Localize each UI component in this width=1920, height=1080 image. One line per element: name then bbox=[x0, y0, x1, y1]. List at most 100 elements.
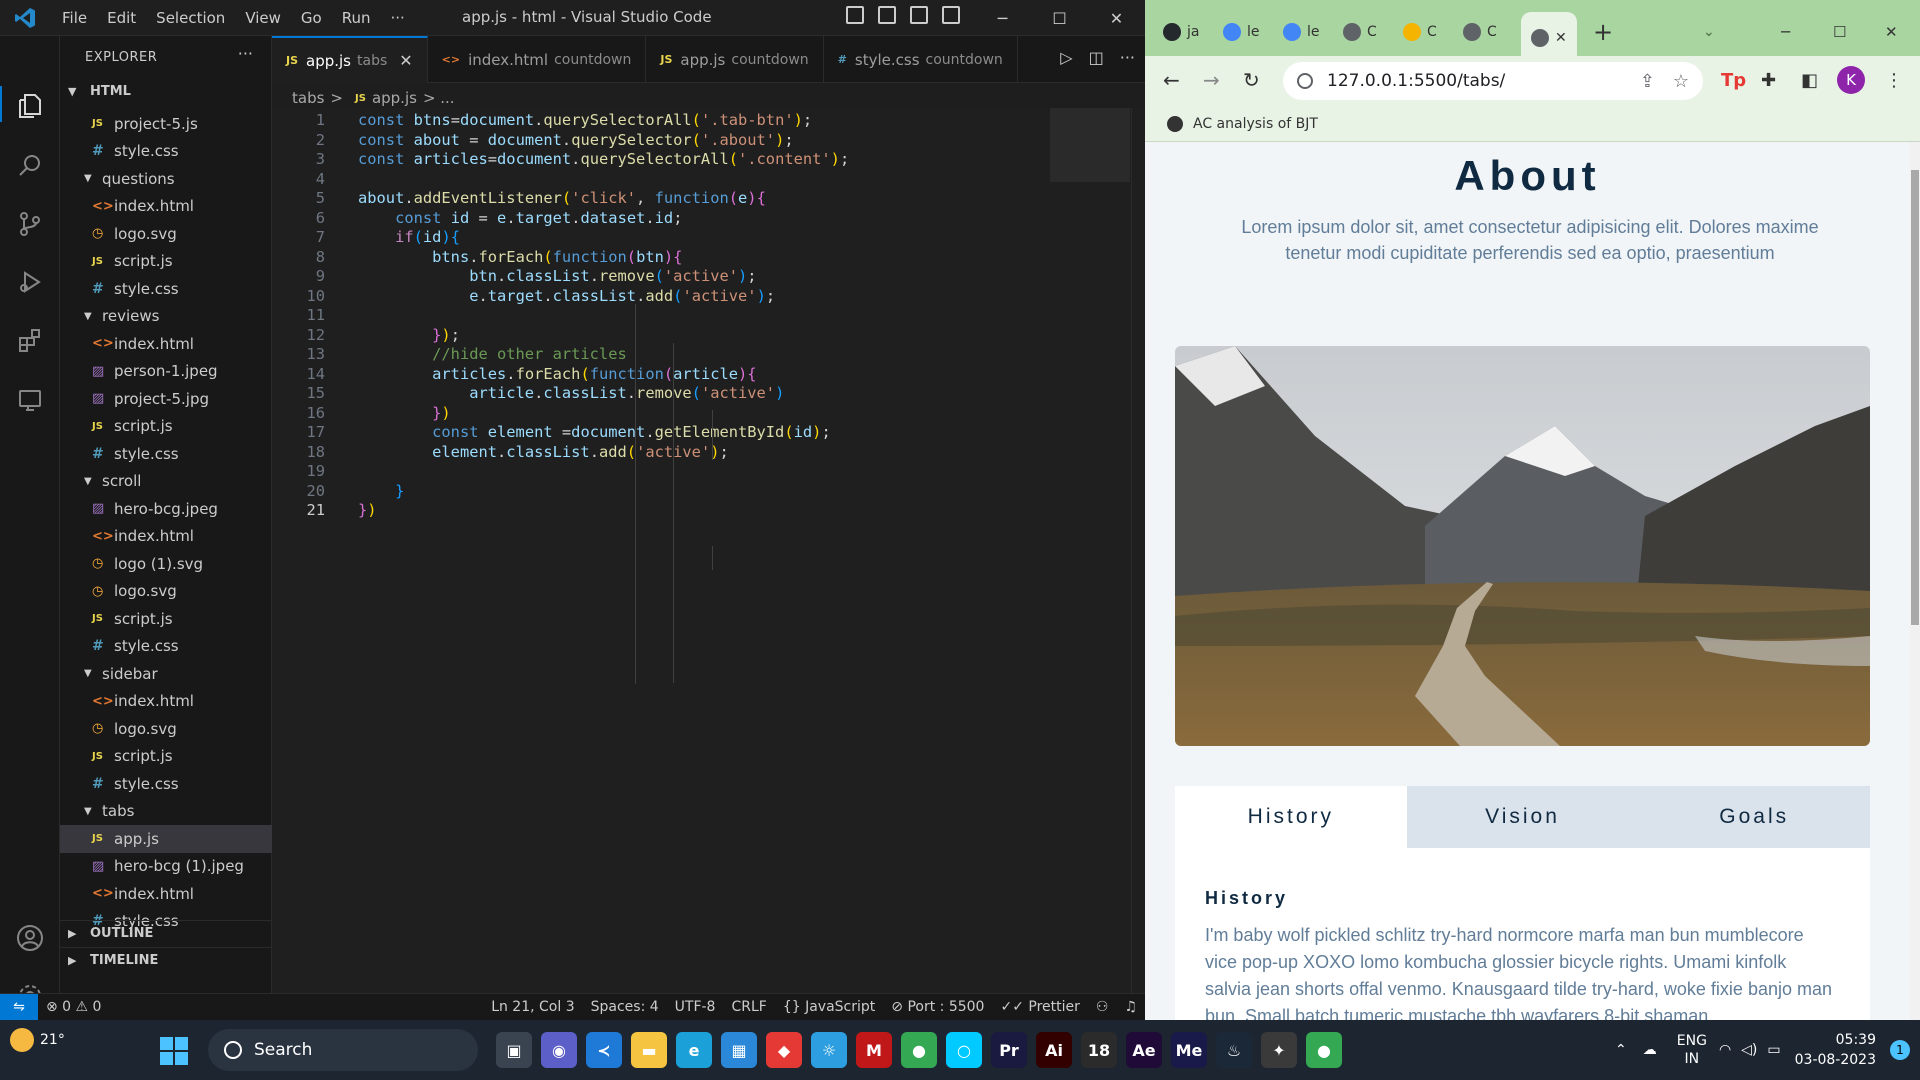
profile-avatar[interactable]: K bbox=[1837, 66, 1865, 94]
cursor-position[interactable]: Ln 21, Col 3 bbox=[483, 999, 582, 1015]
menu-edit[interactable]: Edit bbox=[97, 9, 146, 27]
file-item[interactable]: # style.css bbox=[60, 770, 272, 798]
bookmark-star-icon[interactable]: ☆ bbox=[1673, 71, 1689, 92]
bookmark-item[interactable]: AC analysis of BJT bbox=[1193, 116, 1318, 132]
tab-history[interactable]: History bbox=[1175, 786, 1407, 848]
file-item[interactable]: ▨ hero-bcg (1).jpeg bbox=[60, 853, 272, 881]
alexa-taskbar-icon[interactable]: ○ bbox=[946, 1032, 982, 1068]
prettier-status[interactable]: ✓✓ Prettier bbox=[992, 999, 1087, 1015]
file-item[interactable]: <> index.html bbox=[60, 193, 272, 221]
clock[interactable]: 05:39 03-08-2023 bbox=[1795, 1030, 1876, 1070]
folder-scroll[interactable]: ▼ scroll bbox=[60, 468, 272, 496]
file-item[interactable]: ◷ logo.svg bbox=[60, 715, 272, 743]
file-item[interactable]: <> index.html bbox=[60, 688, 272, 716]
feedback-icon[interactable]: ⚇ bbox=[1088, 999, 1117, 1015]
taskbar-search[interactable]: Search bbox=[208, 1029, 478, 1071]
chrome-tab[interactable]: C bbox=[1463, 12, 1497, 52]
encoding[interactable]: UTF-8 bbox=[667, 999, 724, 1015]
editor-tab[interactable]: # style.css countdown bbox=[824, 36, 1018, 83]
chrome-tab[interactable]: C bbox=[1403, 12, 1437, 52]
breadcrumb-tail[interactable]: > ... bbox=[423, 89, 455, 107]
address-bar[interactable]: 127.0.0.1:5500/tabs/ ⇪ ☆ bbox=[1283, 62, 1703, 100]
close-tab-icon[interactable]: ✕ bbox=[399, 51, 412, 70]
chrome-tab[interactable]: ja bbox=[1163, 12, 1199, 52]
more-actions-icon[interactable]: ··· bbox=[1120, 48, 1135, 67]
live-server-port[interactable]: ⊘ Port : 5500 bbox=[883, 999, 992, 1015]
remote-indicator-icon[interactable]: ⇋ bbox=[0, 993, 38, 1021]
menu-go[interactable]: Go bbox=[291, 9, 332, 27]
app-red-taskbar-icon[interactable]: ◆ bbox=[766, 1032, 802, 1068]
editor-scrollbar[interactable] bbox=[1131, 108, 1145, 993]
chrome-tab[interactable]: le bbox=[1283, 12, 1320, 52]
editor-tab[interactable]: JS app.js tabs ✕ bbox=[272, 36, 428, 83]
menu-file[interactable]: File bbox=[52, 9, 97, 27]
editor-tab[interactable]: <> index.html countdown bbox=[428, 36, 647, 83]
workspace-root[interactable]: ▼ HTML bbox=[60, 78, 272, 104]
start-button[interactable] bbox=[160, 1037, 188, 1065]
volume-icon[interactable]: ◁) bbox=[1741, 1042, 1757, 1058]
chrome-close-button[interactable]: ✕ bbox=[1885, 12, 1898, 52]
file-item[interactable]: <> index.html bbox=[60, 880, 272, 908]
illustrator-taskbar-icon[interactable]: Ai bbox=[1036, 1032, 1072, 1068]
chrome-maximize-button[interactable]: ☐ bbox=[1833, 12, 1846, 52]
premiere-taskbar-icon[interactable]: Pr bbox=[991, 1032, 1027, 1068]
tab-vision[interactable]: Vision bbox=[1406, 786, 1639, 848]
close-window-button[interactable]: ✕ bbox=[1088, 0, 1145, 36]
tab-search-icon[interactable]: ⌄ bbox=[1703, 12, 1715, 52]
chrome-tab-close-button[interactable]: ✕ bbox=[1555, 30, 1567, 46]
chrome-tab[interactable]: C bbox=[1343, 12, 1377, 52]
new-tab-button[interactable]: + bbox=[1593, 12, 1613, 52]
file-item[interactable]: JS script.js bbox=[60, 743, 272, 771]
problems-count[interactable]: ⊗ 0 ⚠ 0 bbox=[38, 999, 109, 1015]
file-item[interactable]: ◷ logo (1).svg bbox=[60, 550, 272, 578]
line-endings[interactable]: CRLF bbox=[723, 999, 774, 1015]
file-item[interactable]: JS project-5.js bbox=[60, 110, 272, 138]
timeline-section[interactable]: ▶ TIMELINE bbox=[60, 947, 272, 973]
side-panel-icon[interactable]: ◧ bbox=[1801, 70, 1818, 91]
customize-layout-icon[interactable] bbox=[942, 6, 960, 24]
search-icon[interactable] bbox=[12, 148, 48, 184]
site-info-icon[interactable] bbox=[1297, 73, 1313, 89]
media-encoder-taskbar-icon[interactable]: Me bbox=[1171, 1032, 1207, 1068]
file-item[interactable]: # style.css bbox=[60, 633, 272, 661]
file-item[interactable]: ▨ person-1.jpeg bbox=[60, 358, 272, 386]
task-view-taskbar-icon[interactable]: ▣ bbox=[496, 1032, 532, 1068]
notification-badge[interactable]: 1 bbox=[1890, 1040, 1910, 1060]
reload-icon[interactable]: ↻ bbox=[1243, 68, 1260, 92]
notifications-bell-icon[interactable]: ♫ bbox=[1116, 999, 1145, 1015]
zoom-taskbar-icon[interactable]: ◉ bbox=[541, 1032, 577, 1068]
url-text[interactable]: 127.0.0.1:5500/tabs/ bbox=[1327, 71, 1505, 91]
file-item[interactable]: ◷ logo.svg bbox=[60, 578, 272, 606]
scrollbar-thumb[interactable] bbox=[1911, 170, 1919, 625]
chrome-menu-icon[interactable]: ⋮ bbox=[1885, 70, 1903, 91]
file-item[interactable]: ▨ hero-bcg.jpeg bbox=[60, 495, 272, 523]
tab-goals[interactable]: Goals bbox=[1638, 786, 1871, 848]
file-item[interactable]: ◷ logo.svg bbox=[60, 220, 272, 248]
file-item[interactable]: <> index.html bbox=[60, 330, 272, 358]
maximize-button[interactable]: ☐ bbox=[1031, 0, 1088, 36]
page-scrollbar[interactable] bbox=[1910, 142, 1920, 1020]
battery-icon[interactable]: ▭ bbox=[1767, 1042, 1780, 1058]
vscode-taskbar-icon[interactable]: ≺ bbox=[586, 1032, 622, 1068]
code-editor[interactable]: 1 const btns=document.querySelectorAll('.… bbox=[272, 108, 1145, 993]
tray-app-icon[interactable]: ☁ bbox=[1643, 1042, 1657, 1058]
file-item[interactable]: ▨ project-5.jpg bbox=[60, 385, 272, 413]
explorer-more-button[interactable]: ··· bbox=[238, 44, 253, 63]
indentation[interactable]: Spaces: 4 bbox=[583, 999, 667, 1015]
split-editor-icon[interactable]: ◫ bbox=[1089, 48, 1104, 67]
file-item[interactable]: JS script.js bbox=[60, 605, 272, 633]
breadcrumb-folder[interactable]: tabs bbox=[292, 89, 324, 107]
file-item[interactable]: # style.css bbox=[60, 440, 272, 468]
language-mode[interactable]: {} JavaScript bbox=[775, 999, 883, 1015]
file-item[interactable]: # style.css bbox=[60, 275, 272, 303]
toggle-panel-icon[interactable] bbox=[878, 6, 896, 24]
editor-tab[interactable]: JS app.js countdown bbox=[646, 36, 824, 83]
menu-view[interactable]: View bbox=[235, 9, 291, 27]
share-icon[interactable]: ⇪ bbox=[1640, 71, 1655, 92]
weather-widget[interactable]: 21° bbox=[10, 1028, 65, 1052]
folder-reviews[interactable]: ▼ reviews bbox=[60, 303, 272, 331]
explorer-icon[interactable] bbox=[12, 88, 48, 124]
menu-run[interactable]: Run bbox=[332, 9, 381, 27]
menu-selection[interactable]: Selection bbox=[146, 9, 235, 27]
chrome-profile-taskbar-icon[interactable]: ● bbox=[1306, 1032, 1342, 1068]
